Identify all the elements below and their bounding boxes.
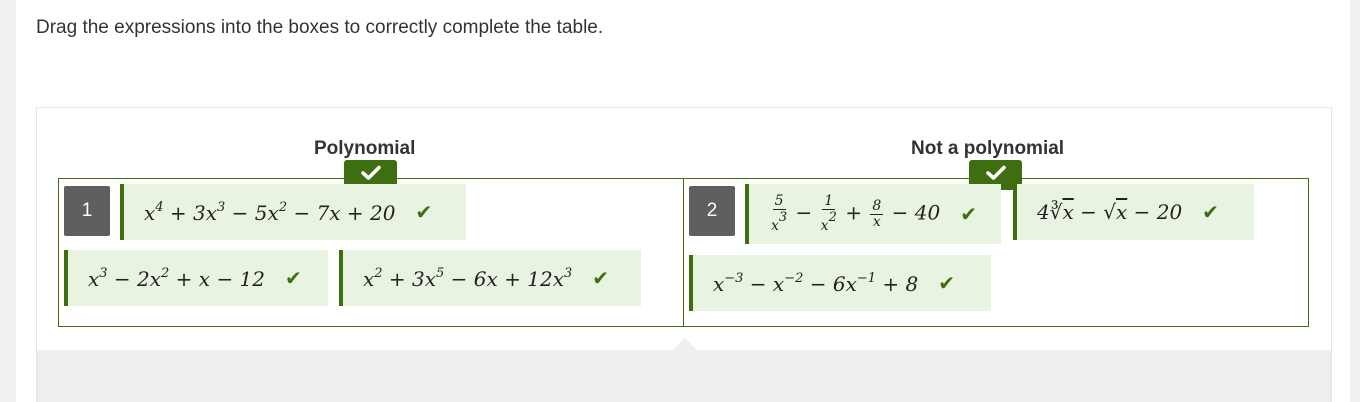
expression-text: x2 + 3x5 − 6x + 12x3 [363, 265, 573, 291]
check-icon: ✔ [938, 271, 956, 295]
check-icon: ✔ [285, 266, 302, 290]
expression-tile[interactable]: 4∛x − √x − 20 ✔ [1013, 184, 1254, 240]
check-icon [360, 165, 381, 186]
instructions: Drag the expressions into the boxes to c… [36, 17, 604, 38]
check-icon: ✔ [1202, 200, 1219, 224]
expression-text: x−3 − x−2 − 6x−1 + 8 [713, 270, 919, 296]
expression-tile[interactable]: x−3 − x−2 − 6x−1 + 8 ✔ [689, 255, 991, 311]
column-number-badge: 2 [689, 186, 735, 236]
column-header-polynomial: Polynomial [314, 138, 416, 159]
expression-tile[interactable]: 5 x3 − 1 x2 + 8x − 40 ✔ [745, 184, 1001, 244]
check-icon [985, 165, 1006, 186]
drop-zone-polynomial[interactable]: 1 x4 + 3x3 − 5x2 − 7x + 20 ✔ x3 − 2x2 + … [58, 160, 684, 327]
tray-notch [673, 338, 697, 350]
expression-tile[interactable]: x3 − 2x2 + x − 12 ✔ [64, 250, 328, 306]
check-icon: ✔ [960, 202, 977, 226]
expression-text: 5 x3 − 1 x2 + 8x − 40 [771, 193, 941, 234]
expression-tile[interactable]: x2 + 3x5 − 6x + 12x3 ✔ [339, 250, 641, 306]
expression-tile[interactable]: x4 + 3x3 − 5x2 − 7x + 20 ✔ [120, 184, 466, 240]
expression-text: 4∛x − √x − 20 [1037, 200, 1183, 224]
drop-zone-not-polynomial[interactable]: 2 5 x3 − 1 x2 + 8x − 40 ✔ 4∛x − √x − 20 ✔ … [683, 160, 1309, 327]
page: Drag the expressions into the boxes to c… [16, 0, 1350, 402]
answer-tray[interactable] [37, 350, 1331, 402]
expression-text: x4 + 3x3 − 5x2 − 7x + 20 [144, 199, 396, 225]
check-icon: ✔ [415, 200, 433, 224]
check-icon: ✔ [592, 266, 610, 290]
drag-drop-panel: Polynomial Not a polynomial 1 x4 + 3x3 −… [36, 107, 1332, 402]
column-number-badge: 1 [64, 186, 110, 236]
column-header-not-polynomial: Not a polynomial [911, 138, 1065, 159]
expression-text: x3 − 2x2 + x − 12 [88, 265, 266, 291]
